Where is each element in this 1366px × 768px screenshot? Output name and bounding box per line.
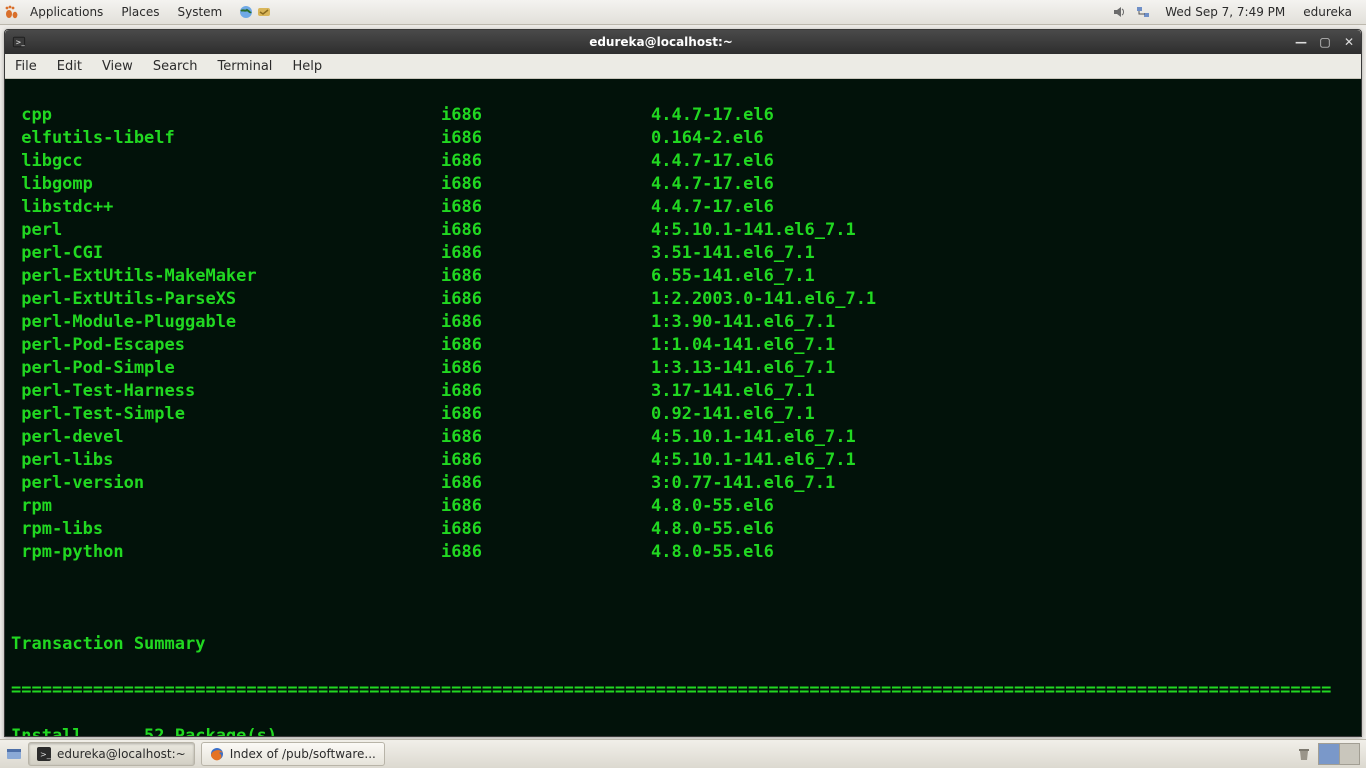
terminal-icon: >_ [11,34,27,50]
window-titlebar[interactable]: >_ edureka@localhost:~ — ▢ ✕ [5,30,1361,54]
places-menu[interactable]: Places [113,0,167,24]
update-icon[interactable] [256,4,272,20]
svg-text:>_: >_ [40,750,51,759]
menu-terminal[interactable]: Terminal [207,54,282,78]
package-row: perl-versioni6863:0.77-141.el6_7.1 [11,472,1355,495]
package-row: perl-develi6864:5.10.1-141.el6_7.1 [11,426,1355,449]
sound-icon[interactable] [1111,4,1127,20]
globe-icon[interactable] [238,4,254,20]
task-label: Index of /pub/software... [230,747,376,761]
show-desktop-icon[interactable] [6,746,22,762]
close-button[interactable]: ✕ [1339,34,1359,50]
package-row: libgcci6864.4.7-17.el6 [11,150,1355,173]
network-icon[interactable] [1135,4,1151,20]
task-terminal[interactable]: >_ edureka@localhost:~ [28,742,195,766]
package-row: libgompi6864.4.7-17.el6 [11,173,1355,196]
menu-edit[interactable]: Edit [47,54,92,78]
menu-view[interactable]: View [92,54,143,78]
gnome-bottom-panel: >_ edureka@localhost:~ Index of /pub/sof… [0,739,1366,768]
package-row: rpm-pythoni6864.8.0-55.el6 [11,541,1355,564]
package-row: cppi6864.4.7-17.el6 [11,104,1355,127]
maximize-button[interactable]: ▢ [1315,34,1335,50]
package-row: rpmi6864.8.0-55.el6 [11,495,1355,518]
package-row: perli6864:5.10.1-141.el6_7.1 [11,219,1355,242]
gnome-top-panel: Applications Places System Wed Sep 7, 7:… [0,0,1366,25]
package-row: perl-ExtUtils-MakeMakeri6866.55-141.el6_… [11,265,1355,288]
package-row: elfutils-libelfi6860.164-2.el6 [11,127,1355,150]
applications-menu[interactable]: Applications [22,0,111,24]
package-row: perl-Test-Simplei6860.92-141.el6_7.1 [11,403,1355,426]
summary-install: Install 52 Package(s) [11,725,1355,736]
summary-rule: ========================================… [11,679,1355,702]
user-menu[interactable]: edureka [1299,5,1356,19]
package-row: perl-Pod-Escapesi6861:1.04-141.el6_7.1 [11,334,1355,357]
package-row: perl-Module-Pluggablei6861:3.90-141.el6_… [11,311,1355,334]
trash-icon[interactable] [1296,746,1312,762]
menu-file[interactable]: File [5,54,47,78]
menu-search[interactable]: Search [143,54,208,78]
terminal-window: >_ edureka@localhost:~ — ▢ ✕ File Edit V… [4,29,1362,737]
task-label: edureka@localhost:~ [57,747,186,761]
package-row: perl-Pod-Simplei6861:3.13-141.el6_7.1 [11,357,1355,380]
terminal-menubar: File Edit View Search Terminal Help [5,54,1361,79]
firefox-icon [210,747,224,761]
package-row: perl-ExtUtils-ParseXSi6861:2.2003.0-141.… [11,288,1355,311]
svg-text:>_: >_ [16,39,26,47]
workspace-switcher[interactable] [1318,743,1360,765]
minimize-button[interactable]: — [1291,34,1311,50]
package-row: perl-Test-Harnessi6863.17-141.el6_7.1 [11,380,1355,403]
menu-help[interactable]: Help [282,54,332,78]
task-firefox[interactable]: Index of /pub/software... [201,742,385,766]
package-row: rpm-libsi6864.8.0-55.el6 [11,518,1355,541]
window-title: edureka@localhost:~ [33,35,1289,49]
package-row: perl-CGIi6863.51-141.el6_7.1 [11,242,1355,265]
package-row: libstdc++i6864.4.7-17.el6 [11,196,1355,219]
gnome-foot-icon [4,4,20,20]
terminal-icon: >_ [37,747,51,761]
package-row: perl-libsi6864:5.10.1-141.el6_7.1 [11,449,1355,472]
system-menu[interactable]: System [169,0,230,24]
clock[interactable]: Wed Sep 7, 7:49 PM [1159,5,1291,19]
terminal-output[interactable]: cppi6864.4.7-17.el6 elfutils-libelfi6860… [5,79,1361,736]
transaction-summary-header: Transaction Summary [11,633,1355,656]
